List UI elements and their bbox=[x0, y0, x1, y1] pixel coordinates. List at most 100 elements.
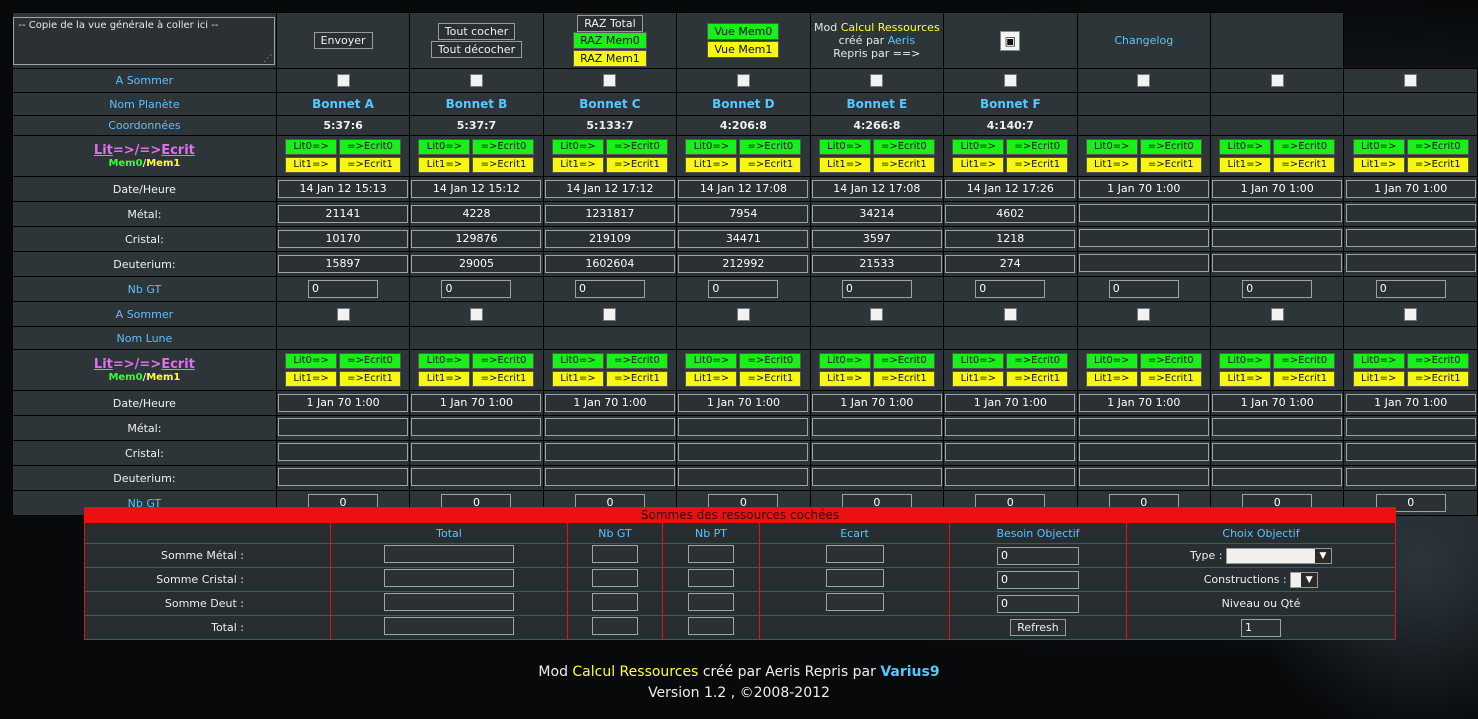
lit1-button[interactable]: Lit1=> bbox=[685, 371, 738, 387]
lit0-button[interactable]: Lit0=> bbox=[1219, 353, 1272, 369]
deut-field[interactable]: 212992 bbox=[678, 255, 809, 273]
date-field[interactable]: 14 Jan 12 15:12 bbox=[411, 180, 542, 198]
moon-deut-field[interactable] bbox=[1212, 467, 1343, 486]
ecrit1-button[interactable]: =>Ecrit1 bbox=[1139, 371, 1202, 387]
nbgt-field[interactable]: 0 bbox=[841, 280, 912, 298]
nbgt-field[interactable]: 0 bbox=[308, 280, 379, 298]
lit1-button[interactable]: Lit1=> bbox=[818, 157, 871, 173]
lit0-button[interactable]: Lit0=> bbox=[952, 139, 1005, 155]
ecrit0-button[interactable]: =>Ecrit0 bbox=[339, 139, 402, 155]
ecrit0-button[interactable]: =>Ecrit0 bbox=[605, 353, 668, 369]
sum-checkbox[interactable] bbox=[1003, 74, 1017, 88]
lit1-button[interactable]: Lit1=> bbox=[418, 157, 471, 173]
lit0-button[interactable]: Lit0=> bbox=[418, 139, 471, 155]
date-field[interactable]: 14 Jan 12 15:13 bbox=[278, 180, 409, 198]
sum-checkbox[interactable] bbox=[469, 74, 483, 88]
lit0-button[interactable]: Lit0=> bbox=[1352, 353, 1405, 369]
lit1-button[interactable]: Lit1=> bbox=[551, 371, 604, 387]
ecrit0-button[interactable]: =>Ecrit0 bbox=[872, 353, 935, 369]
changelog-link[interactable]: Changelog bbox=[1114, 34, 1173, 47]
crystal-field[interactable] bbox=[1345, 228, 1476, 247]
ecrit1-button[interactable]: =>Ecrit1 bbox=[1273, 371, 1336, 387]
moon-date-field[interactable]: 1 Jan 70 1:00 bbox=[945, 394, 1076, 412]
lit1-button[interactable]: Lit1=> bbox=[1352, 371, 1405, 387]
ecrit1-button[interactable]: =>Ecrit1 bbox=[1006, 157, 1069, 173]
lit0-button[interactable]: Lit0=> bbox=[1352, 139, 1405, 155]
sum-checkbox[interactable] bbox=[870, 307, 884, 321]
ecrit1-button[interactable]: =>Ecrit1 bbox=[339, 157, 402, 173]
ecrit1-button[interactable]: =>Ecrit1 bbox=[739, 371, 802, 387]
sum-checkbox[interactable] bbox=[870, 74, 884, 88]
ecrit1-button[interactable]: =>Ecrit1 bbox=[872, 371, 935, 387]
moon-crystal-field[interactable] bbox=[945, 442, 1076, 461]
sum-checkbox[interactable] bbox=[336, 74, 350, 88]
date-field[interactable]: 14 Jan 12 17:26 bbox=[945, 180, 1076, 198]
crystal-field[interactable] bbox=[1078, 228, 1209, 247]
moon-date-field[interactable]: 1 Jan 70 1:00 bbox=[278, 394, 409, 412]
date-field[interactable]: 1 Jan 70 1:00 bbox=[1212, 180, 1343, 198]
ecrit0-button[interactable]: =>Ecrit0 bbox=[1006, 353, 1069, 369]
lit1-button[interactable]: Lit1=> bbox=[285, 157, 338, 173]
moon-metal-field[interactable] bbox=[811, 417, 942, 436]
ecrit0-button[interactable]: =>Ecrit0 bbox=[472, 139, 535, 155]
lit0-button[interactable]: Lit0=> bbox=[1085, 353, 1138, 369]
nbgt-field[interactable]: 0 bbox=[441, 280, 512, 298]
moon-crystal-field[interactable] bbox=[411, 442, 542, 461]
moon-deut-field[interactable] bbox=[278, 467, 409, 486]
metal-field[interactable] bbox=[1345, 203, 1476, 222]
ecrit0-button[interactable]: =>Ecrit0 bbox=[1406, 139, 1469, 155]
lit0-button[interactable]: Lit0=> bbox=[1219, 139, 1272, 155]
nbgt-field[interactable]: 0 bbox=[1108, 280, 1179, 298]
date-field[interactable]: 14 Jan 12 17:12 bbox=[544, 180, 675, 198]
nbgt-field[interactable]: 0 bbox=[1375, 280, 1446, 298]
moon-deut-field[interactable] bbox=[544, 467, 675, 486]
sum-metal-nbgt[interactable] bbox=[592, 545, 638, 563]
sum-crystal-nbgt[interactable] bbox=[592, 569, 638, 587]
crystal-field[interactable]: 10170 bbox=[278, 230, 409, 248]
constructions-select[interactable]: ▼ bbox=[1290, 571, 1319, 588]
lit0-button[interactable]: Lit0=> bbox=[418, 353, 471, 369]
moon-metal-field[interactable] bbox=[1345, 417, 1476, 436]
moon-metal-field[interactable] bbox=[411, 417, 542, 436]
moon-date-field[interactable]: 1 Jan 70 1:00 bbox=[811, 394, 942, 412]
lit1-button[interactable]: Lit1=> bbox=[285, 371, 338, 387]
metal-field[interactable] bbox=[1078, 203, 1209, 222]
ecrit0-button[interactable]: =>Ecrit0 bbox=[605, 139, 668, 155]
date-field[interactable]: 14 Jan 12 17:08 bbox=[811, 180, 942, 198]
sum-deut-nbpt[interactable] bbox=[688, 593, 734, 611]
sum-crystal-nbpt[interactable] bbox=[688, 569, 734, 587]
type-select[interactable]: ▼ bbox=[1225, 547, 1332, 564]
sum-checkbox[interactable] bbox=[736, 74, 750, 88]
sum-checkbox[interactable] bbox=[603, 74, 617, 88]
sum-checkbox[interactable] bbox=[603, 307, 617, 321]
sum-deut-besoin[interactable]: 0 bbox=[997, 594, 1079, 613]
deut-field[interactable] bbox=[1078, 253, 1209, 272]
lit0-button[interactable]: Lit0=> bbox=[952, 353, 1005, 369]
sum-total-nbgt[interactable] bbox=[592, 617, 638, 635]
deut-field[interactable]: 1602604 bbox=[544, 255, 675, 273]
lit0-button[interactable]: Lit0=> bbox=[685, 353, 738, 369]
ecrit0-button[interactable]: =>Ecrit0 bbox=[1139, 353, 1202, 369]
image-icon[interactable]: ▣ bbox=[1000, 30, 1021, 51]
sum-crystal-total[interactable] bbox=[384, 569, 514, 587]
moon-crystal-field[interactable] bbox=[678, 442, 809, 461]
lit0-button[interactable]: Lit0=> bbox=[818, 139, 871, 155]
deut-field[interactable]: 29005 bbox=[411, 255, 542, 273]
deut-field[interactable] bbox=[1212, 253, 1343, 272]
sum-deut-total[interactable] bbox=[384, 593, 514, 611]
moon-date-field[interactable]: 1 Jan 70 1:00 bbox=[1078, 394, 1209, 412]
lit1-button[interactable]: Lit1=> bbox=[551, 157, 604, 173]
moon-deut-field[interactable] bbox=[811, 467, 942, 486]
moon-metal-field[interactable] bbox=[278, 417, 409, 436]
moon-deut-field[interactable] bbox=[678, 467, 809, 486]
moon-crystal-field[interactable] bbox=[278, 442, 409, 461]
paste-textarea[interactable]: -- Copie de la vue générale à coller ici… bbox=[13, 16, 276, 65]
lit1-button[interactable]: Lit1=> bbox=[952, 371, 1005, 387]
crystal-field[interactable] bbox=[1212, 228, 1343, 247]
nbgt-field[interactable]: 0 bbox=[1242, 280, 1313, 298]
ecrit0-button[interactable]: =>Ecrit0 bbox=[1139, 139, 1202, 155]
moon-crystal-field[interactable] bbox=[1212, 442, 1343, 461]
moon-date-field[interactable]: 1 Jan 70 1:00 bbox=[1345, 394, 1476, 412]
moon-metal-field[interactable] bbox=[1212, 417, 1343, 436]
moon-crystal-field[interactable] bbox=[811, 442, 942, 461]
